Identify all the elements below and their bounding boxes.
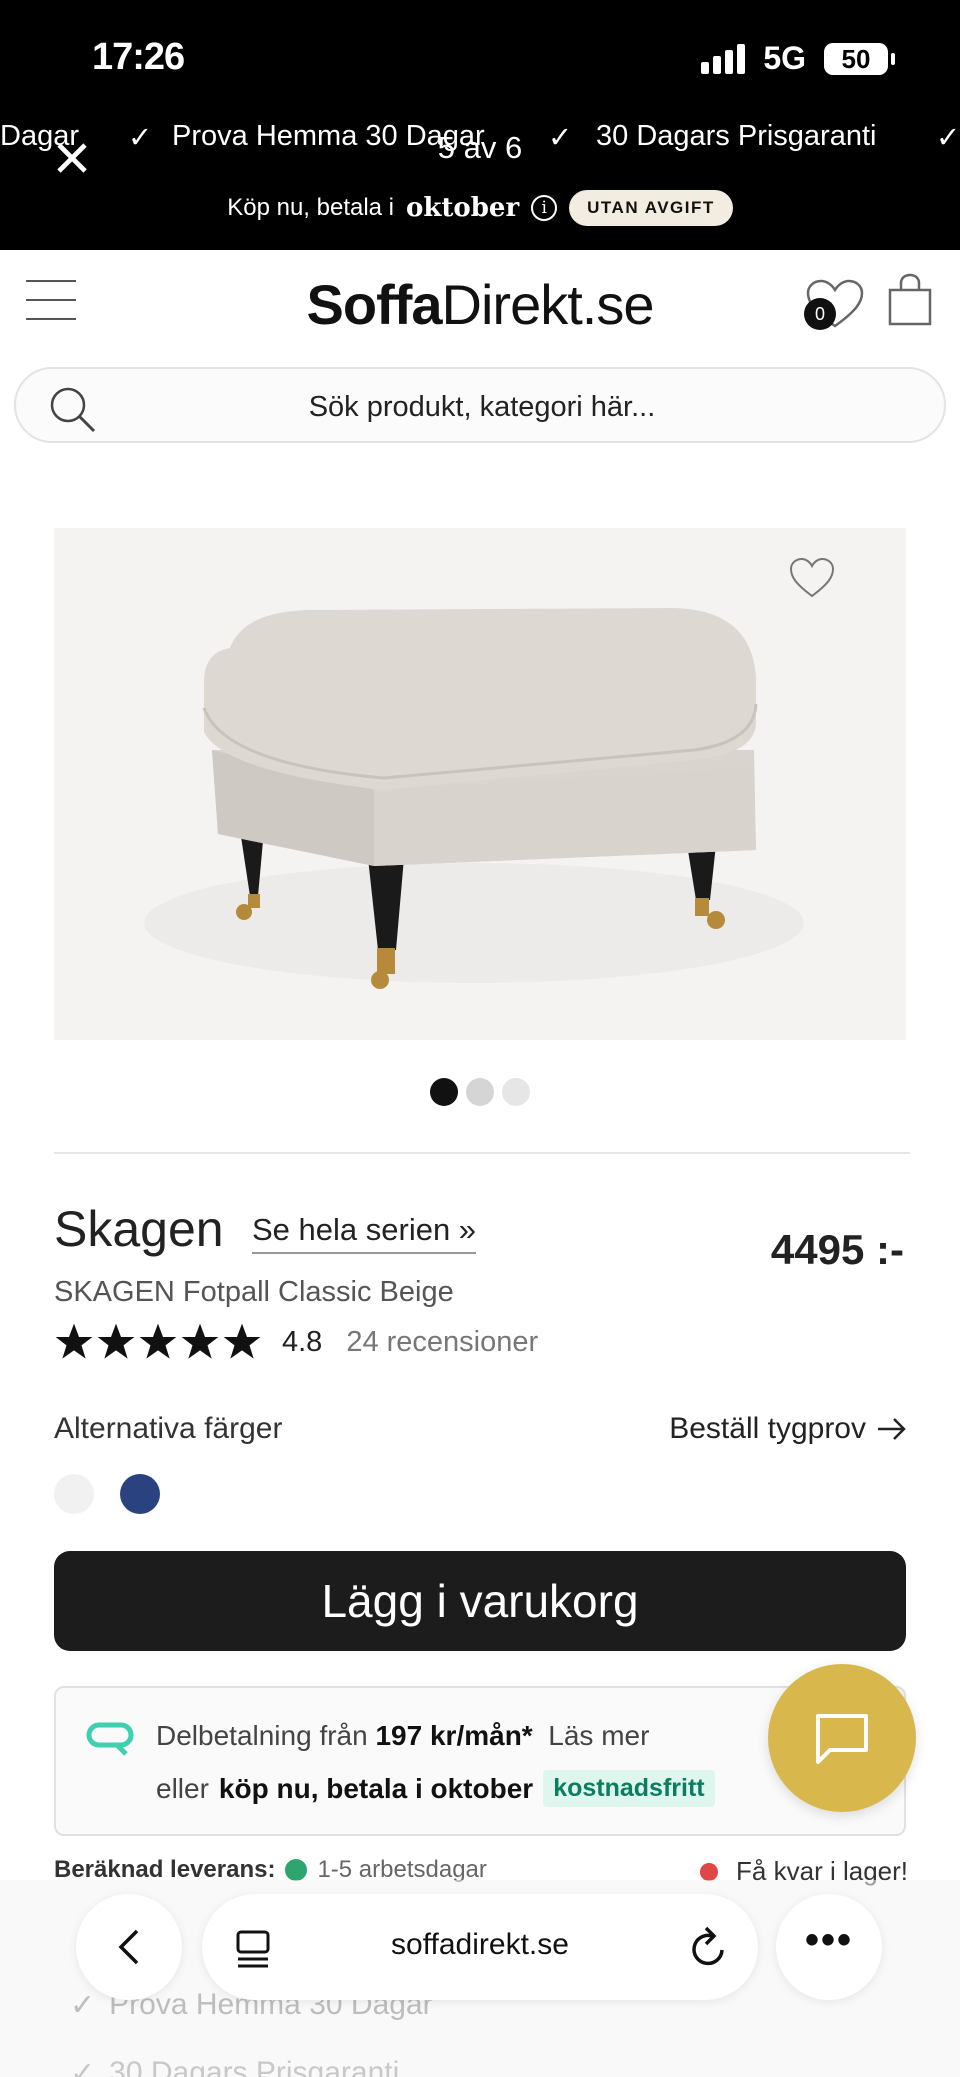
financing-line-2: eller köp nu, betala i oktober kostnadsf… <box>156 1770 715 1807</box>
pay-later-text: köp nu, betala i oktober <box>218 1772 534 1804</box>
cart-bag-icon[interactable] <box>886 272 934 328</box>
alt-colors-label: Alternativa färger <box>54 1412 283 1445</box>
search-input[interactable]: Sök produkt, kategori här... <box>16 391 948 424</box>
order-fabric-sample-link[interactable]: Beställ tygprov <box>669 1412 908 1446</box>
network-label: 5G <box>763 40 806 76</box>
star-icon <box>97 1323 135 1359</box>
battery-icon: 50 <box>824 42 895 75</box>
browser-domain: soffadirekt.se <box>391 1928 569 1961</box>
close-icon[interactable]: × <box>40 124 104 192</box>
site-header: SoffaDirekt.se 0 <box>0 250 960 362</box>
fabric-sample-label: Beställ tygprov <box>669 1412 866 1445</box>
status-icons: 5G 50 <box>701 40 895 77</box>
divider <box>54 1152 910 1154</box>
qliro-logo-icon <box>86 1722 134 1756</box>
product-image[interactable] <box>54 528 906 1040</box>
chat-button[interactable] <box>768 1664 916 1812</box>
wishlist-count-badge: 0 <box>804 298 836 330</box>
color-swatch-blue[interactable] <box>120 1474 160 1514</box>
arrow-right-icon <box>878 1418 906 1440</box>
browser-address-bar[interactable]: soffadirekt.se <box>202 1894 758 2000</box>
check-icon: ✓ <box>70 2057 96 2077</box>
rating-value: 4.8 <box>282 1325 323 1358</box>
product-series: Skagen <box>54 1201 224 1257</box>
star-icon <box>55 1323 93 1359</box>
read-more-link[interactable]: Läs mer <box>548 1720 649 1751</box>
star-icon <box>181 1323 219 1359</box>
viewer-overlay: 17:26 5G 50 Dagar ✓ Prova Hemma 30 Dagar… <box>0 0 960 250</box>
gallery-dot[interactable] <box>502 1078 530 1106</box>
ottoman-image <box>144 608 804 989</box>
usp-below-2: ✓ 30 Dagars Prisgaranti <box>70 2056 399 2077</box>
financing-line-1: Delbetalning från 197 kr/mån* Läs mer <box>156 1720 649 1752</box>
pay-later-month: oktober <box>406 193 520 223</box>
rating-stars <box>54 1322 262 1362</box>
check-icon: ✓ <box>70 1989 96 2022</box>
reload-icon[interactable] <box>688 1924 730 1970</box>
color-swatch-beige[interactable] <box>54 1474 94 1514</box>
info-icon[interactable]: i <box>531 195 558 221</box>
in-stock-dot-icon <box>285 1859 308 1881</box>
financing-amount: 197 kr/mån* <box>375 1720 533 1751</box>
financing-prefix: Delbetalning från <box>156 1720 368 1751</box>
product-price: 4495 :- <box>770 1226 904 1273</box>
reviews-link[interactable]: 24 recensioner <box>346 1326 538 1359</box>
more-options-icon[interactable]: ••• <box>776 1894 882 2000</box>
financing-or: eller <box>156 1772 209 1804</box>
see-series-link[interactable]: Se hela serien » <box>252 1212 477 1254</box>
free-badge: UTAN AVGIFT <box>569 190 733 226</box>
search-bar[interactable]: Sök produkt, kategori här... <box>14 367 946 443</box>
low-stock-dot-icon <box>700 1862 719 1881</box>
star-icon <box>139 1323 177 1359</box>
free-of-charge-badge: kostnadsfritt <box>543 1770 715 1807</box>
gallery-dot[interactable] <box>430 1078 458 1106</box>
chat-bubble-icon <box>816 1714 868 1764</box>
pay-later-banner[interactable]: Köp nu, betala i oktober i UTAN AVGIFT <box>0 190 960 226</box>
rating-row[interactable]: 4.8 24 recensioner <box>54 1322 538 1362</box>
gallery-dots[interactable] <box>430 1078 530 1106</box>
status-time: 17:26 <box>92 36 185 78</box>
pay-later-prefix: Köp nu, betala i <box>227 194 395 221</box>
chevron-left-icon <box>118 1929 139 1965</box>
product-name: SKAGEN Fotpall Classic Beige <box>54 1276 454 1308</box>
image-counter: 5 av 6 <box>437 130 523 165</box>
gallery-dot[interactable] <box>466 1078 494 1106</box>
add-to-cart-button[interactable]: Lägg i varukorg <box>54 1551 906 1651</box>
browser-back-button[interactable] <box>76 1894 182 2000</box>
signal-icon <box>701 43 746 74</box>
favorite-heart-icon[interactable] <box>788 556 836 600</box>
star-icon <box>223 1323 261 1359</box>
